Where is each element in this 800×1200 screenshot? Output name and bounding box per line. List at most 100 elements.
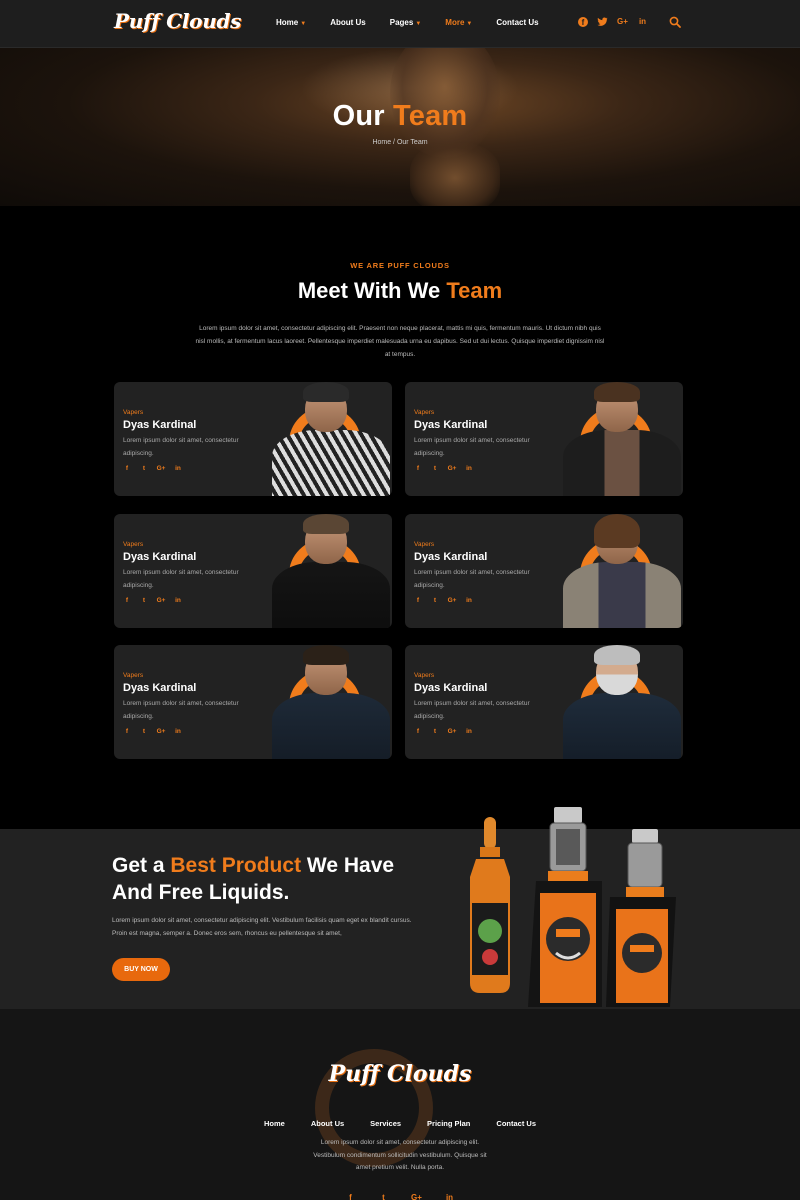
linkedin-icon[interactable]: in (465, 464, 473, 472)
member-social-links: f t G+ in (123, 464, 182, 472)
team-card: Vapers Dyas Kardinal Lorem ipsum dolor s… (114, 514, 392, 628)
member-role: Vapers (123, 541, 144, 548)
nav-item-label: Contact Us (496, 18, 539, 27)
member-name: Dyas Kardinal (123, 551, 197, 563)
google-plus-icon[interactable]: G+ (448, 464, 457, 472)
nav-item-contact[interactable]: Contact Us (496, 18, 538, 27)
linkedin-icon[interactable]: in (444, 1192, 455, 1200)
nav-item-pages[interactable]: Pages ▼ (390, 18, 422, 27)
facebook-icon[interactable]: f (414, 464, 422, 472)
facebook-icon[interactable]: f (414, 596, 422, 604)
member-photo (563, 514, 681, 628)
member-role: Vapers (414, 409, 435, 416)
member-name: Dyas Kardinal (414, 551, 488, 563)
nav-item-about[interactable]: About Us (330, 18, 366, 27)
google-plus-icon[interactable]: G+ (448, 596, 457, 604)
svg-text:f: f (581, 18, 584, 27)
google-plus-icon[interactable]: G+ (411, 1192, 422, 1200)
twitter-icon[interactable]: t (431, 727, 439, 735)
linkedin-icon[interactable]: in (174, 464, 182, 472)
member-bio: Lorem ipsum dolor sit amet, consectetur … (414, 437, 530, 457)
member-name: Dyas Kardinal (123, 682, 197, 694)
facebook-icon[interactable]: f (345, 1192, 356, 1200)
facebook-icon[interactable]: f (123, 596, 131, 604)
breadcrumb[interactable]: Home / Our Team (0, 139, 800, 146)
twitter-icon[interactable]: t (140, 596, 148, 604)
page-title: Our Team (0, 100, 800, 133)
twitter-icon[interactable]: t (378, 1192, 389, 1200)
nav-item-more[interactable]: More ▼ (445, 18, 472, 27)
section-title: Meet With We Team (0, 278, 800, 304)
facebook-icon[interactable]: f (414, 727, 422, 735)
footer-link-contact[interactable]: Contact Us (496, 1119, 536, 1128)
twitter-icon[interactable]: t (140, 727, 148, 735)
hero-hand-image (410, 143, 500, 206)
promo-heading-plain: Get a (112, 854, 165, 877)
member-social-links: f t G+ in (123, 596, 182, 604)
facebook-icon[interactable]: f (577, 16, 588, 27)
promo-heading-line2: And Free Liquids. (112, 881, 290, 904)
footer-logo[interactable]: Puff Clouds (0, 1061, 800, 1087)
nav-item-home[interactable]: Home ▼ (276, 18, 306, 27)
brand-logo[interactable]: Puff Clouds (114, 9, 241, 33)
member-bio: Lorem ipsum dolor sit amet, consectetur … (414, 569, 530, 589)
member-bio: Lorem ipsum dolor sit amet, consectetur … (123, 437, 239, 457)
twitter-icon[interactable]: t (431, 464, 439, 472)
member-social-links: f t G+ in (414, 464, 473, 472)
footer-description: Lorem ipsum dolor sit amet, consectetur … (313, 1139, 487, 1171)
google-plus-icon[interactable]: G+ (157, 727, 166, 735)
page-hero-banner: Our Team Home / Our Team (0, 48, 800, 206)
google-plus-icon[interactable]: G+ (448, 727, 457, 735)
team-card: Vapers Dyas Kardinal Lorem ipsum dolor s… (405, 382, 683, 496)
buy-now-button[interactable]: BUY NOW (112, 958, 170, 981)
nav-item-label: Home (276, 18, 299, 27)
linkedin-icon[interactable]: in (637, 16, 648, 27)
main-menu: Home ▼ About Us Pages ▼ More ▼ Contact Us (276, 18, 563, 27)
member-role: Vapers (123, 672, 144, 679)
member-photo (563, 382, 681, 496)
twitter-icon[interactable]: t (140, 464, 148, 472)
google-plus-icon[interactable]: G+ (157, 464, 166, 472)
footer-link-services[interactable]: Services (370, 1119, 401, 1128)
google-plus-icon[interactable]: G+ (157, 596, 166, 604)
promo-banner: Get a Best Product We Have And Free Liqu… (0, 807, 800, 1009)
product-image (470, 807, 676, 1007)
footer-link-home[interactable]: Home (264, 1119, 285, 1128)
member-social-links: f t G+ in (414, 727, 473, 735)
header-social-links: f G+ in (577, 16, 648, 27)
footer-link-about[interactable]: About Us (311, 1119, 344, 1128)
member-name: Dyas Kardinal (123, 419, 197, 431)
facebook-icon[interactable]: f (123, 464, 131, 472)
twitter-icon[interactable] (597, 16, 608, 27)
facebook-icon[interactable]: f (123, 727, 131, 735)
member-social-links: f t G+ in (414, 596, 473, 604)
section-eyebrow: WE ARE PUFF CLOUDS (350, 261, 450, 270)
member-bio: Lorem ipsum dolor sit amet, consectetur … (123, 569, 239, 589)
section-description: Lorem ipsum dolor sit amet, consectetur … (195, 325, 605, 358)
promo-description: Lorem ipsum dolor sit amet, consectetur … (112, 917, 412, 937)
member-photo (272, 645, 390, 759)
linkedin-icon[interactable]: in (465, 596, 473, 604)
search-icon[interactable] (669, 16, 681, 28)
member-photo (272, 514, 390, 628)
linkedin-icon[interactable]: in (465, 727, 473, 735)
member-bio: Lorem ipsum dolor sit amet, consectetur … (123, 700, 239, 720)
site-footer: Puff Clouds Home About Us Services Prici… (0, 1009, 800, 1200)
google-plus-icon[interactable]: G+ (617, 16, 628, 27)
member-name: Dyas Kardinal (414, 682, 488, 694)
chevron-down-icon: ▼ (466, 21, 473, 27)
twitter-icon[interactable]: t (431, 596, 439, 604)
linkedin-icon[interactable]: in (174, 596, 182, 604)
nav-item-label: More (445, 18, 465, 27)
footer-social-links: f t G+ in (0, 1192, 800, 1200)
section-title-accent: Team (446, 278, 503, 303)
team-card: Vapers Dyas Kardinal Lorem ipsum dolor s… (405, 514, 683, 628)
member-photo (563, 645, 681, 759)
member-bio: Lorem ipsum dolor sit amet, consectetur … (414, 700, 530, 720)
chevron-down-icon: ▼ (415, 21, 422, 27)
linkedin-icon[interactable]: in (174, 727, 182, 735)
footer-link-pricing[interactable]: Pricing Plan (427, 1119, 470, 1128)
member-role: Vapers (414, 672, 435, 679)
member-role: Vapers (123, 409, 144, 416)
chevron-down-icon: ▼ (300, 21, 307, 27)
